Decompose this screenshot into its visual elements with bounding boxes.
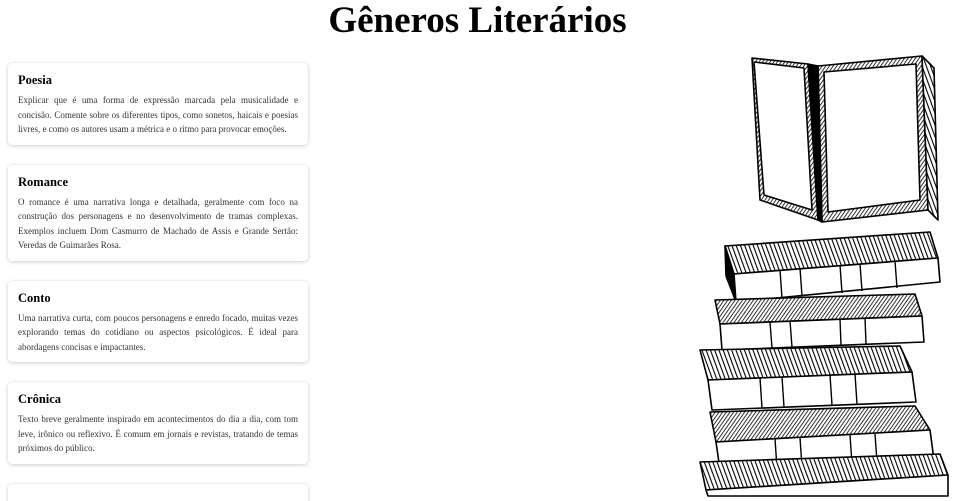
genre-card-romance: Romance O romance é uma narrativa longa … xyxy=(8,164,308,261)
genre-card-list: Poesia Explicar que é uma forma de expre… xyxy=(8,63,308,501)
genre-card-title: Conto xyxy=(18,290,51,305)
page-title: Gêneros Literários xyxy=(328,0,627,41)
genre-card-conto: Conto Uma narrativa curta, com poucos pe… xyxy=(8,280,308,362)
genre-card-poesia: Poesia Explicar que é uma forma de expre… xyxy=(8,63,308,145)
genre-card-description: Uma narrativa curta, com poucos personag… xyxy=(18,312,298,352)
genre-card-partial xyxy=(8,483,308,501)
stack-of-books-icon xyxy=(690,50,952,498)
genre-card-title: Poesia xyxy=(18,73,53,87)
genre-card-description: O romance é uma narrativa longa e detalh… xyxy=(18,196,298,251)
genre-card-title: Crônica xyxy=(18,392,62,406)
genre-card-description: Explicar que é uma forma de expressão ma… xyxy=(18,95,298,134)
genre-card-description: Texto breve geralmente inspirado em acon… xyxy=(18,414,298,453)
genre-card-title: Romance xyxy=(18,174,68,189)
genre-card-cronica: Crônica Texto breve geralmente inspirado… xyxy=(8,382,308,464)
